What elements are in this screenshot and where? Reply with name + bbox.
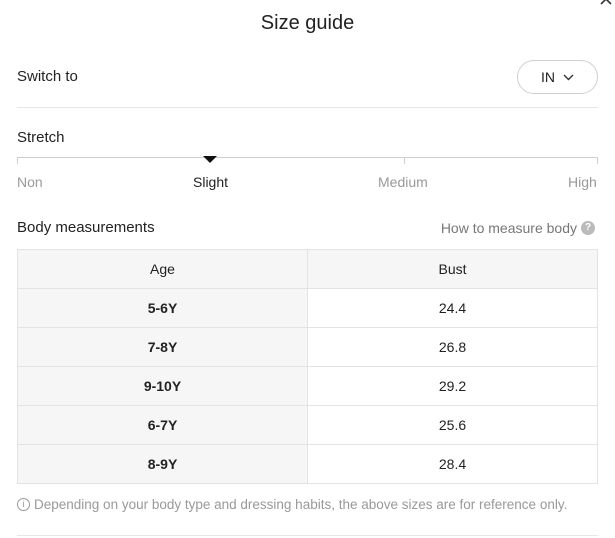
unit-select[interactable]: IN <box>517 60 598 94</box>
stretch-level-high: High <box>568 174 597 190</box>
stretch-level-medium: Medium <box>378 174 428 190</box>
stretch-marker <box>203 156 217 163</box>
table-row: 5-6Y 24.4 <box>17 288 598 328</box>
divider <box>17 535 598 536</box>
age-cell: 5-6Y <box>17 288 308 328</box>
close-icon[interactable] <box>597 0 615 8</box>
table-row: 8-9Y 28.4 <box>17 444 598 484</box>
size-table: Age Bust 5-6Y 24.4 7-8Y 26.8 9-10Y 29.2 … <box>17 249 598 484</box>
stretch-level-slight: Slight <box>193 174 229 190</box>
age-cell: 8-9Y <box>17 444 308 484</box>
stretch-tick <box>404 157 405 164</box>
reference-note-text: Depending on your body type and dressing… <box>34 497 568 512</box>
column-header-age: Age <box>17 249 308 289</box>
bust-cell: 24.4 <box>307 288 598 328</box>
page-title: Size guide <box>260 12 355 34</box>
divider <box>17 107 598 108</box>
stretch-tick <box>17 157 18 164</box>
stretch-tick <box>597 157 598 164</box>
reference-note: i Depending on your body type and dressi… <box>17 497 567 512</box>
chevron-down-icon <box>563 74 574 81</box>
switch-label: Switch to <box>17 68 78 85</box>
age-cell: 7-8Y <box>17 327 308 367</box>
age-cell: 6-7Y <box>17 405 308 445</box>
unit-select-value: IN <box>541 69 555 85</box>
how-to-measure-link[interactable]: How to measure body ? <box>441 220 595 236</box>
stretch-scale-track <box>17 157 598 158</box>
table-row: 7-8Y 26.8 <box>17 327 598 367</box>
column-header-bust: Bust <box>307 249 598 289</box>
info-icon: i <box>17 498 30 511</box>
bust-cell: 26.8 <box>307 327 598 367</box>
table-row: 9-10Y 29.2 <box>17 366 598 406</box>
bust-cell: 28.4 <box>307 444 598 484</box>
stretch-level-non: Non <box>17 174 43 190</box>
age-cell: 9-10Y <box>17 366 308 406</box>
bust-cell: 25.6 <box>307 405 598 445</box>
table-header-row: Age Bust <box>17 249 598 289</box>
unit-switch-row: Switch to IN <box>17 58 598 94</box>
stretch-title: Stretch <box>17 129 65 146</box>
bust-cell: 29.2 <box>307 366 598 406</box>
table-row: 6-7Y 25.6 <box>17 405 598 445</box>
help-icon: ? <box>581 221 595 235</box>
body-measurements-title: Body measurements <box>17 219 155 236</box>
how-to-measure-label: How to measure body <box>440 220 577 236</box>
